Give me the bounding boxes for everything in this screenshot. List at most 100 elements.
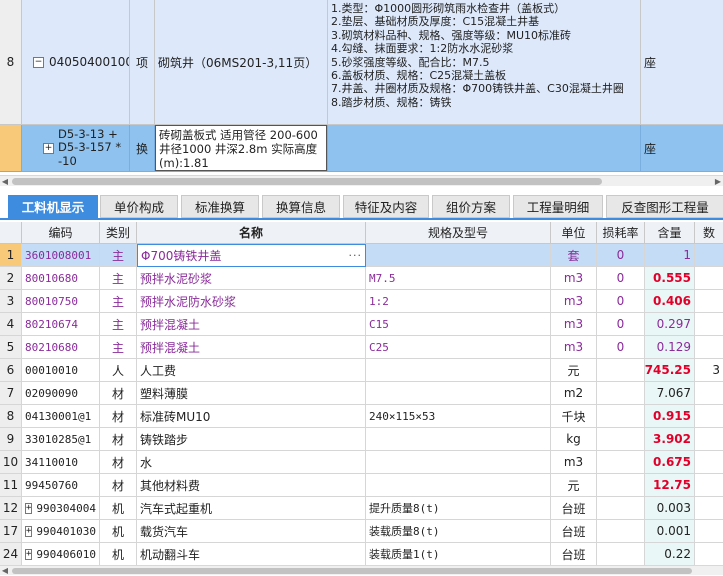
- unit-cell[interactable]: m3: [551, 451, 597, 474]
- spec-cell[interactable]: [366, 244, 551, 267]
- name-cell[interactable]: 预拌水泥防水砂浆: [137, 290, 366, 313]
- bottom-horizontal-scrollbar[interactable]: ◀: [0, 565, 723, 575]
- tab-reverse-lookup-quantity[interactable]: 反查图形工程量: [606, 195, 723, 218]
- extra-cell[interactable]: [695, 428, 723, 451]
- spec-cell[interactable]: [366, 382, 551, 405]
- header-code[interactable]: 编码: [22, 222, 100, 244]
- table-row[interactable]: 9 33010285@1 材 铸铁踏步 kg 3.902: [0, 428, 723, 451]
- quantity-cell[interactable]: 0.675: [645, 451, 695, 474]
- code-cell[interactable]: 02090090: [22, 382, 100, 405]
- header-loss-rate[interactable]: 损耗率: [597, 222, 645, 244]
- spec-cell[interactable]: 装载质量1(t): [366, 543, 551, 566]
- table-row[interactable]: 7 02090090 材 塑料薄膜 m2 7.067: [0, 382, 723, 405]
- extra-cell[interactable]: [695, 336, 723, 359]
- expand-icon[interactable]: +: [43, 142, 54, 154]
- code-cell[interactable]: 33010285@1: [22, 428, 100, 451]
- spec-cell[interactable]: [366, 428, 551, 451]
- scrollbar-thumb[interactable]: [12, 568, 692, 574]
- code-cell[interactable]: 80010750: [22, 290, 100, 313]
- quantity-cell[interactable]: 0.22: [645, 543, 695, 566]
- collapse-icon[interactable]: −: [33, 56, 44, 68]
- loss-rate-cell[interactable]: 0: [597, 290, 645, 313]
- spec-cell[interactable]: 240×115×53: [366, 405, 551, 428]
- table-row[interactable]: 24 +990406010 机机动翻斗车 装载质量1(t) 台班 0.22: [0, 543, 723, 566]
- category-cell[interactable]: 材: [100, 382, 137, 405]
- code-cell[interactable]: 99450760: [22, 474, 100, 497]
- unit-cell[interactable]: kg: [551, 428, 597, 451]
- loss-rate-cell[interactable]: 0: [597, 267, 645, 290]
- category-cell[interactable]: 主: [100, 290, 137, 313]
- arrow-left-icon[interactable]: ◀: [0, 176, 10, 187]
- loss-rate-cell[interactable]: [597, 428, 645, 451]
- tab-conversion-info[interactable]: 换算信息: [262, 195, 340, 218]
- code-cell[interactable]: 00010010: [22, 359, 100, 382]
- extra-cell[interactable]: [695, 520, 723, 543]
- table-row[interactable]: 10 34110010 材 水 m3 0.675: [0, 451, 723, 474]
- unit-cell[interactable]: 台班: [551, 520, 597, 543]
- name-cell[interactable]: 砖砌盖板式 适用管径 200-600 井径1000 井深2.8m 实际高度 (m…: [155, 125, 328, 172]
- spec-cell[interactable]: 1:2: [366, 290, 551, 313]
- extra-cell[interactable]: [695, 474, 723, 497]
- loss-rate-cell[interactable]: 0: [597, 244, 645, 267]
- spec-cell[interactable]: C25: [366, 336, 551, 359]
- table-row[interactable]: 3 80010750 主 预拌水泥防水砂浆 1:2 m3 0 0.406: [0, 290, 723, 313]
- table-row[interactable]: 2 80010680 主 预拌水泥砂浆 M7.5 m3 0 0.555: [0, 267, 723, 290]
- loss-rate-cell[interactable]: [597, 543, 645, 566]
- loss-rate-cell[interactable]: [597, 520, 645, 543]
- arrow-right-icon[interactable]: ▶: [713, 176, 723, 187]
- expand-icon[interactable]: +: [25, 525, 33, 537]
- spec-cell[interactable]: 装载质量8(t): [366, 520, 551, 543]
- table-row[interactable]: 1 3601008001 主 Φ700铸铁井盖 ··· 套 0 1: [0, 244, 723, 267]
- expand-icon[interactable]: +: [25, 502, 33, 514]
- code-cell[interactable]: 80210674: [22, 313, 100, 336]
- code-cell[interactable]: +990304004: [22, 497, 100, 520]
- unit-cell[interactable]: m3: [551, 290, 597, 313]
- unit-cell[interactable]: m3: [551, 313, 597, 336]
- tab-standard-conversion[interactable]: 标准换算: [181, 195, 259, 218]
- tab-features-content[interactable]: 特征及内容: [343, 195, 429, 218]
- name-cell[interactable]: 载货汽车: [137, 520, 366, 543]
- unit-cell[interactable]: 千块: [551, 405, 597, 428]
- unit-cell[interactable]: m3: [551, 267, 597, 290]
- sub-quota-row[interactable]: + D5-3-13 + D5-3-157 * -10 换 砖砌盖板式 适用管径 …: [0, 125, 723, 172]
- name-cell[interactable]: 水: [137, 451, 366, 474]
- tab-quantity-details[interactable]: 工程量明细: [513, 195, 603, 218]
- table-row[interactable]: 4 80210674 主 预拌混凝土 C15 m3 0 0.297: [0, 313, 723, 336]
- quantity-cell[interactable]: 0.001: [645, 520, 695, 543]
- spec-cell[interactable]: [366, 451, 551, 474]
- category-cell[interactable]: 材: [100, 451, 137, 474]
- table-row[interactable]: 8 04130001@1 材 标准砖MU10 240×115×53 千块 0.915: [0, 405, 723, 428]
- tab-pricing-scheme[interactable]: 组价方案: [432, 195, 510, 218]
- quantity-cell[interactable]: 3.902: [645, 428, 695, 451]
- name-cell[interactable]: 人工费: [137, 359, 366, 382]
- code-cell[interactable]: +990406010: [22, 543, 100, 566]
- name-cell[interactable]: 塑料薄膜: [137, 382, 366, 405]
- name-cell[interactable]: 其他材料费: [137, 474, 366, 497]
- name-cell[interactable]: 标准砖MU10: [137, 405, 366, 428]
- loss-rate-cell[interactable]: [597, 382, 645, 405]
- spec-cell[interactable]: [366, 359, 551, 382]
- extra-cell[interactable]: [695, 543, 723, 566]
- unit-cell[interactable]: m2: [551, 382, 597, 405]
- spec-cell[interactable]: [366, 474, 551, 497]
- name-cell[interactable]: 铸铁踏步: [137, 428, 366, 451]
- category-cell[interactable]: 机: [100, 543, 137, 566]
- loss-rate-cell[interactable]: [597, 474, 645, 497]
- extra-cell[interactable]: [695, 267, 723, 290]
- header-category[interactable]: 类别: [100, 222, 137, 244]
- table-row[interactable]: 17 +990401030 机载货汽车 装载质量8(t) 台班 0.001: [0, 520, 723, 543]
- code-cell[interactable]: 3601008001: [22, 244, 100, 267]
- category-cell[interactable]: 主: [100, 336, 137, 359]
- category-cell[interactable]: 材: [100, 405, 137, 428]
- quantity-cell[interactable]: 1: [645, 244, 695, 267]
- table-row[interactable]: 6 00010010 人 人工费 元 745.25 3: [0, 359, 723, 382]
- name-cell[interactable]: 机动翻斗车: [137, 543, 366, 566]
- expand-icon[interactable]: +: [25, 548, 33, 560]
- quantity-cell[interactable]: 0.129: [645, 336, 695, 359]
- table-row[interactable]: 11 99450760 材 其他材料费 元 12.75: [0, 474, 723, 497]
- header-extra[interactable]: 数: [695, 222, 723, 244]
- category-cell[interactable]: 材: [100, 428, 137, 451]
- table-row[interactable]: 5 80210680 主 预拌混凝土 C25 m3 0 0.129: [0, 336, 723, 359]
- loss-rate-cell[interactable]: 0: [597, 313, 645, 336]
- category-cell[interactable]: 主: [100, 267, 137, 290]
